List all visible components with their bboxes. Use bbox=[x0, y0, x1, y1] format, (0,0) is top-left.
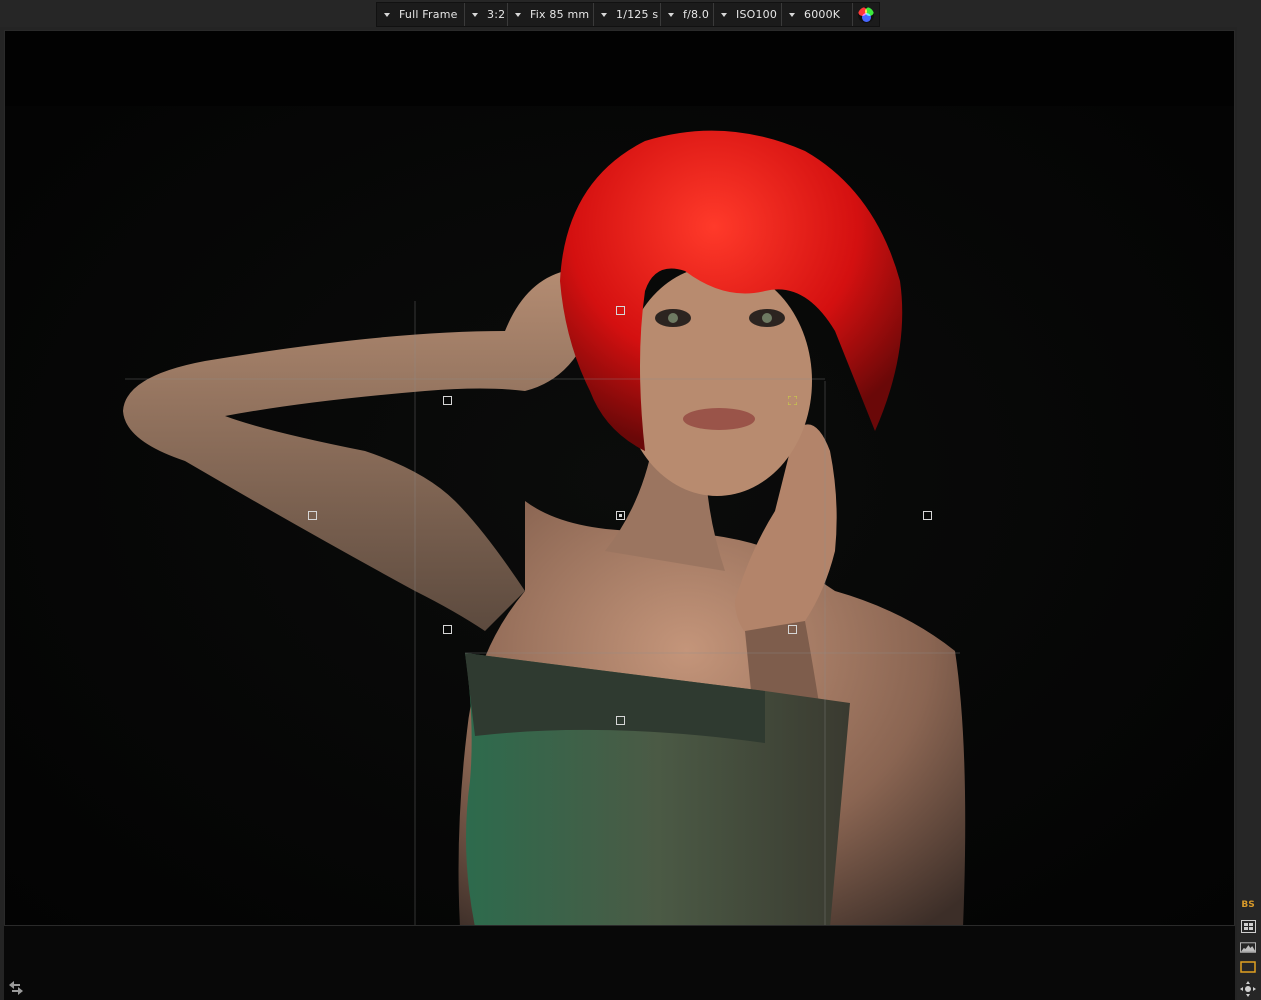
swap-arrows-icon bbox=[9, 981, 23, 995]
aperture-value: f/8.0 bbox=[683, 8, 710, 21]
lens-value: Fix 85 mm bbox=[530, 8, 590, 21]
swap-view-button[interactable] bbox=[8, 980, 24, 999]
bs-label: BS bbox=[1241, 900, 1255, 910]
frame-button[interactable] bbox=[1240, 959, 1256, 975]
shutter-speed-value: 1/125 s bbox=[616, 8, 659, 21]
af-point[interactable] bbox=[923, 511, 932, 520]
dropdown-arrow-icon bbox=[472, 12, 478, 17]
white-balance-dropdown[interactable]: 6000K bbox=[782, 3, 853, 26]
sensor-dropdown[interactable]: Full Frame bbox=[377, 3, 465, 26]
dropdown-arrow-icon bbox=[789, 12, 795, 17]
rgb-color-wheel-icon bbox=[858, 6, 874, 23]
camera-settings-toolbar: Full Frame 3:2 Fix 85 mm 1/125 s f/8.0 I… bbox=[0, 0, 1261, 27]
af-point[interactable] bbox=[308, 511, 317, 520]
focus-grid-button[interactable] bbox=[1240, 918, 1256, 934]
right-side-panel bbox=[1237, 0, 1261, 1000]
dropdown-arrow-icon bbox=[668, 12, 674, 17]
shutter-speed-dropdown[interactable]: 1/125 s bbox=[594, 3, 661, 26]
dropdown-arrow-icon bbox=[601, 12, 607, 17]
sensor-value: Full Frame bbox=[399, 8, 458, 21]
aspect-ratio-value: 3:2 bbox=[487, 8, 506, 21]
histogram-icon bbox=[1240, 941, 1256, 953]
af-point-center[interactable] bbox=[616, 511, 625, 520]
color-settings-button[interactable] bbox=[853, 3, 879, 26]
iso-value: ISO100 bbox=[736, 8, 778, 21]
histogram-button[interactable] bbox=[1240, 939, 1256, 955]
aspect-ratio-dropdown[interactable]: 3:2 bbox=[465, 3, 508, 26]
dropdown-arrow-icon bbox=[384, 12, 390, 17]
af-point[interactable] bbox=[443, 396, 452, 405]
frame-icon bbox=[1240, 961, 1256, 973]
dropdown-arrow-icon bbox=[515, 12, 521, 17]
bs-label-button[interactable]: BS bbox=[1240, 899, 1256, 911]
white-balance-value: 6000K bbox=[804, 8, 841, 21]
af-point[interactable] bbox=[616, 306, 625, 315]
iso-dropdown[interactable]: ISO100 bbox=[714, 3, 782, 26]
aperture-dropdown[interactable]: f/8.0 bbox=[661, 3, 714, 26]
viewport-bottom-strip bbox=[4, 926, 1235, 1000]
navigate-button[interactable] bbox=[1240, 980, 1256, 998]
focus-grid-icon bbox=[1240, 919, 1256, 933]
af-point-active[interactable] bbox=[788, 396, 797, 405]
camera-settings-group: Full Frame 3:2 Fix 85 mm 1/125 s f/8.0 I… bbox=[376, 2, 880, 27]
dropdown-arrow-icon bbox=[721, 12, 727, 17]
af-point[interactable] bbox=[616, 716, 625, 725]
af-point[interactable] bbox=[788, 625, 797, 634]
lens-dropdown[interactable]: Fix 85 mm bbox=[508, 3, 594, 26]
camera-viewport[interactable] bbox=[4, 30, 1235, 926]
af-point[interactable] bbox=[443, 625, 452, 634]
navigate-icon bbox=[1240, 981, 1256, 997]
rendered-portrait bbox=[5, 31, 1234, 925]
af-active-brackets-icon bbox=[788, 396, 797, 405]
